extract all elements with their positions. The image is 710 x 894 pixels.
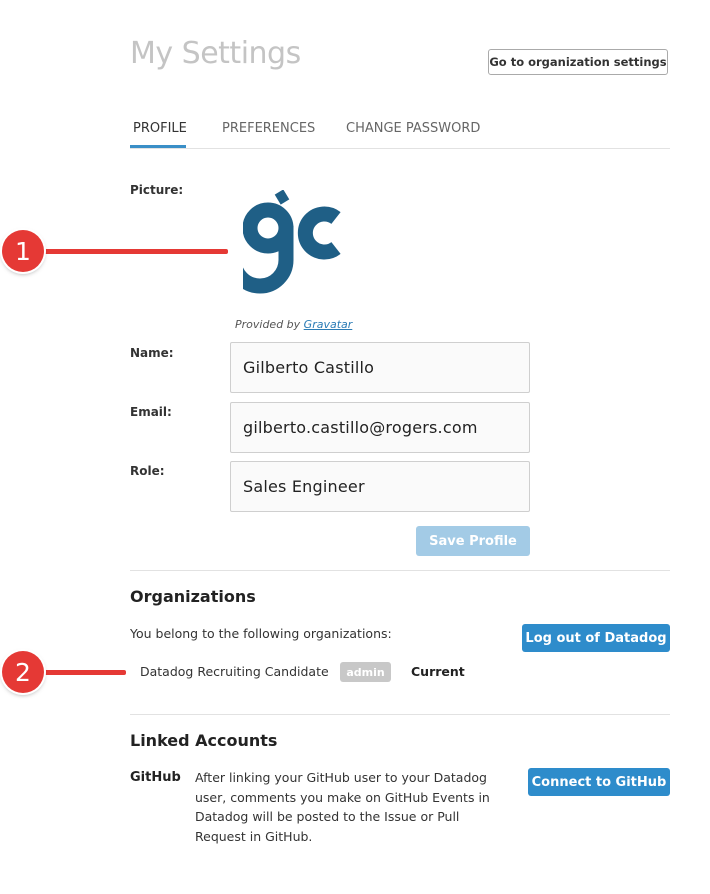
annotation-2-marker: 2: [2, 651, 44, 693]
picture-label: Picture:: [130, 183, 184, 197]
tab-preferences[interactable]: PREFERENCES: [222, 121, 315, 136]
current-org-status: Current: [411, 664, 465, 679]
organizations-title: Organizations: [130, 587, 256, 606]
section-divider: [130, 570, 670, 571]
organizations-intro: You belong to the following organization…: [130, 626, 392, 641]
gravatar-link[interactable]: Gravatar: [304, 318, 353, 331]
annotation-2-arrow: [36, 670, 126, 675]
save-profile-button[interactable]: Save Profile: [416, 526, 530, 556]
annotation-1-marker: 1: [2, 230, 44, 272]
tabs-divider: [130, 148, 670, 149]
section-divider: [130, 714, 670, 715]
connect-to-github-button[interactable]: Connect to GitHub: [528, 768, 670, 796]
tab-profile[interactable]: PROFILE: [133, 121, 187, 136]
annotation-1-arrow: [36, 249, 228, 254]
active-tab-indicator: [130, 145, 186, 148]
role-label: Role:: [130, 464, 165, 478]
linked-accounts-title: Linked Accounts: [130, 731, 278, 750]
go-to-organization-settings-button[interactable]: Go to organization settings: [488, 49, 668, 75]
gravatar-credit: Provided by Gravatar: [235, 318, 352, 331]
github-description: After linking your GitHub user to your D…: [195, 770, 490, 844]
tab-change-password[interactable]: CHANGE PASSWORD: [346, 121, 480, 136]
provided-by-text: Provided by: [235, 318, 304, 331]
page-title: My Settings: [130, 36, 301, 71]
log-out-button[interactable]: Log out of Datadog: [522, 624, 670, 652]
email-label: Email:: [130, 405, 172, 419]
organization-name[interactable]: Datadog Recruiting Candidate: [140, 664, 329, 679]
gc-logo-icon: [226, 189, 341, 294]
role-badge: admin: [340, 662, 391, 682]
avatar[interactable]: [226, 189, 347, 302]
github-label: GitHub: [130, 770, 181, 785]
name-label: Name:: [130, 346, 174, 360]
email-field[interactable]: gilberto.castillo@rogers.com: [230, 402, 530, 453]
name-field[interactable]: Gilberto Castillo: [230, 342, 530, 393]
role-field[interactable]: Sales Engineer: [230, 461, 530, 512]
